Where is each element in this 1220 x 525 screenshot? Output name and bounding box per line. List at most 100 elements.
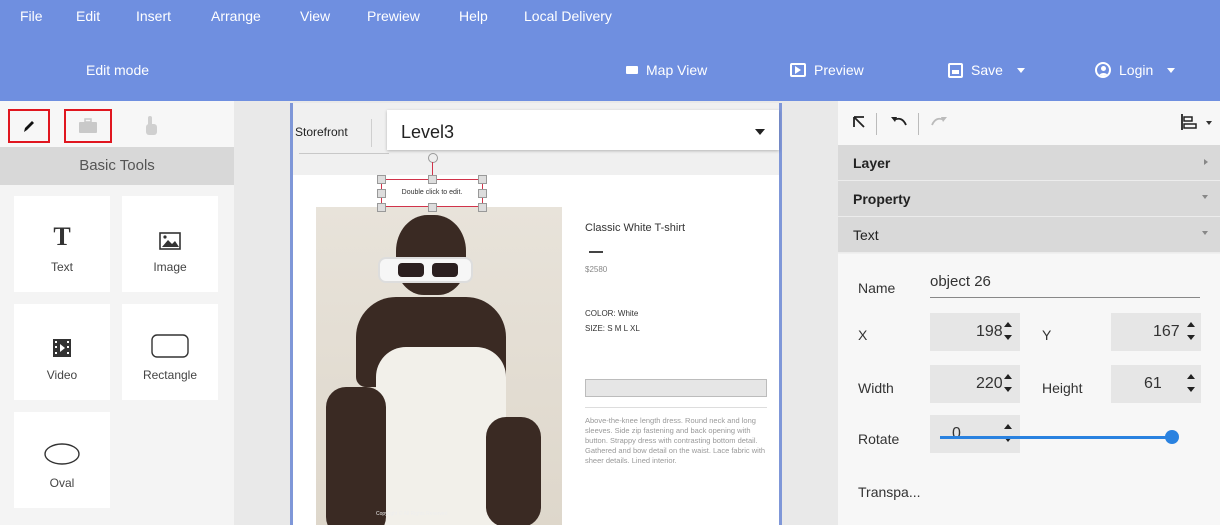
section-layer-label: Layer: [853, 155, 891, 171]
menu-arrange[interactable]: Arrange: [211, 0, 261, 24]
preview-label: Preview: [814, 62, 864, 78]
chevron-right-icon: [1204, 159, 1208, 165]
tool-image-label: Image: [153, 260, 187, 274]
tool-video[interactable]: Video: [14, 304, 110, 400]
redo-icon[interactable]: [930, 115, 948, 129]
product-color[interactable]: COLOR: White: [585, 309, 638, 318]
resize-handle[interactable]: [428, 175, 437, 184]
resize-handle[interactable]: [377, 175, 386, 184]
height-value: 61: [1144, 375, 1162, 392]
map-view-label: Map View: [646, 62, 708, 78]
page-preview[interactable]: Storefront Level3 Copyright © All Rights…: [290, 103, 782, 525]
tool-text[interactable]: T Text: [14, 196, 110, 292]
copyright-text: Copyright © All Rights Reserved: [376, 511, 448, 517]
menu-insert[interactable]: Insert: [136, 0, 171, 24]
rotate-value: 0: [952, 425, 961, 442]
height-label: Height: [1042, 380, 1083, 396]
property-form: Name object 26 X 198 Y 167 Width 220 Hei…: [838, 254, 1220, 525]
resize-handle[interactable]: [377, 189, 386, 198]
stepper-icon[interactable]: [1004, 320, 1012, 342]
map-view-icon: [626, 66, 638, 74]
chevron-down-icon: [1016, 67, 1025, 73]
width-value: 220: [976, 375, 1003, 392]
tab-pencil[interactable]: [8, 109, 50, 143]
name-input-underline: [930, 297, 1200, 298]
divider: [918, 113, 919, 135]
tool-panel: Basic Tools T Text Image Video Rectangle…: [0, 101, 234, 525]
x-input[interactable]: 198: [930, 313, 1020, 351]
chevron-down-icon[interactable]: [1206, 121, 1212, 125]
map-view-button[interactable]: Map View: [626, 62, 707, 78]
resize-handle[interactable]: [478, 203, 487, 212]
menu-preview[interactable]: Prewiew: [367, 0, 420, 24]
tab-briefcase[interactable]: [64, 109, 112, 143]
transparency-slider-handle[interactable]: [1165, 430, 1179, 444]
menu-help[interactable]: Help: [459, 0, 488, 24]
align-left-icon[interactable]: [1180, 113, 1198, 131]
tab-hand-pointer[interactable]: [130, 109, 172, 143]
width-input[interactable]: 220: [930, 365, 1020, 403]
product-image[interactable]: Copyright © All Rights Reserved: [316, 207, 562, 525]
stepper-icon[interactable]: [1187, 372, 1195, 394]
resize-handle[interactable]: [478, 175, 487, 184]
section-text-label: Text: [853, 227, 879, 243]
stepper-icon[interactable]: [1187, 320, 1195, 342]
rotate-input[interactable]: 0: [930, 415, 1020, 453]
design-canvas[interactable]: Storefront Level3 Copyright © All Rights…: [234, 101, 838, 525]
width-label: Width: [858, 380, 894, 396]
rotate-handle[interactable]: [428, 153, 438, 163]
menu-edit[interactable]: Edit: [76, 0, 100, 24]
divider: [371, 119, 372, 147]
property-panel: Layer Property Text Name object 26 X 198…: [838, 101, 1220, 525]
undo-icon[interactable]: [890, 115, 908, 129]
storefront-label[interactable]: Storefront: [295, 125, 348, 139]
product-size[interactable]: SIZE: S M L XL: [585, 324, 640, 333]
hand-pointer-icon: [146, 116, 157, 135]
name-input[interactable]: object 26: [930, 273, 991, 290]
stepper-icon[interactable]: [1004, 422, 1012, 444]
basic-tools-header: Basic Tools: [0, 147, 234, 185]
height-input[interactable]: 61: [1111, 365, 1201, 403]
level-select[interactable]: Level3: [387, 110, 779, 150]
transparency-label: Transpa...: [858, 484, 921, 500]
preview-button[interactable]: Preview: [790, 62, 864, 78]
tool-video-label: Video: [46, 368, 78, 382]
product-title[interactable]: Classic White T-shirt: [585, 222, 685, 234]
product-price[interactable]: $2580: [585, 265, 607, 274]
menu-local-delivery[interactable]: Local Delivery: [524, 0, 612, 24]
add-to-cart-placeholder[interactable]: [585, 379, 767, 397]
tool-oval-label: Oval: [49, 476, 75, 490]
save-button[interactable]: Save: [948, 62, 1025, 78]
product-description[interactable]: Above-the-knee length dress. Round neck …: [585, 416, 771, 466]
menu-file[interactable]: File: [20, 0, 43, 24]
x-value: 198: [976, 323, 1003, 340]
transparency-slider-track[interactable]: [940, 436, 1172, 439]
tool-rectangle[interactable]: Rectangle: [122, 304, 218, 400]
section-text[interactable]: Text: [838, 217, 1220, 253]
section-property-label: Property: [853, 191, 911, 207]
edit-mode-label[interactable]: Edit mode: [86, 62, 149, 78]
y-input[interactable]: 167: [1111, 313, 1201, 351]
login-button[interactable]: Login: [1095, 62, 1176, 78]
briefcase-icon: [79, 118, 97, 133]
video-icon: [53, 339, 71, 357]
model-knee: [486, 417, 541, 525]
chevron-down-icon: [1167, 67, 1176, 73]
resize-handle[interactable]: [377, 203, 386, 212]
sunglasses-shape: [378, 257, 473, 283]
stepper-icon[interactable]: [1004, 372, 1012, 394]
divider: [585, 407, 767, 408]
tool-image[interactable]: Image: [122, 196, 218, 292]
select-arrow-icon[interactable]: [852, 115, 866, 131]
name-label: Name: [858, 280, 896, 296]
main-toolbar: Edit mode Map View Preview Save Login: [0, 52, 1220, 92]
divider: [589, 251, 603, 253]
section-layer[interactable]: Layer: [838, 145, 1220, 181]
section-property[interactable]: Property: [838, 181, 1220, 217]
tool-oval[interactable]: Oval: [14, 412, 110, 508]
resize-handle[interactable]: [428, 203, 437, 212]
image-icon: [159, 232, 181, 250]
resize-handle[interactable]: [478, 189, 487, 198]
menu-view[interactable]: View: [300, 0, 330, 24]
divider: [299, 153, 389, 154]
